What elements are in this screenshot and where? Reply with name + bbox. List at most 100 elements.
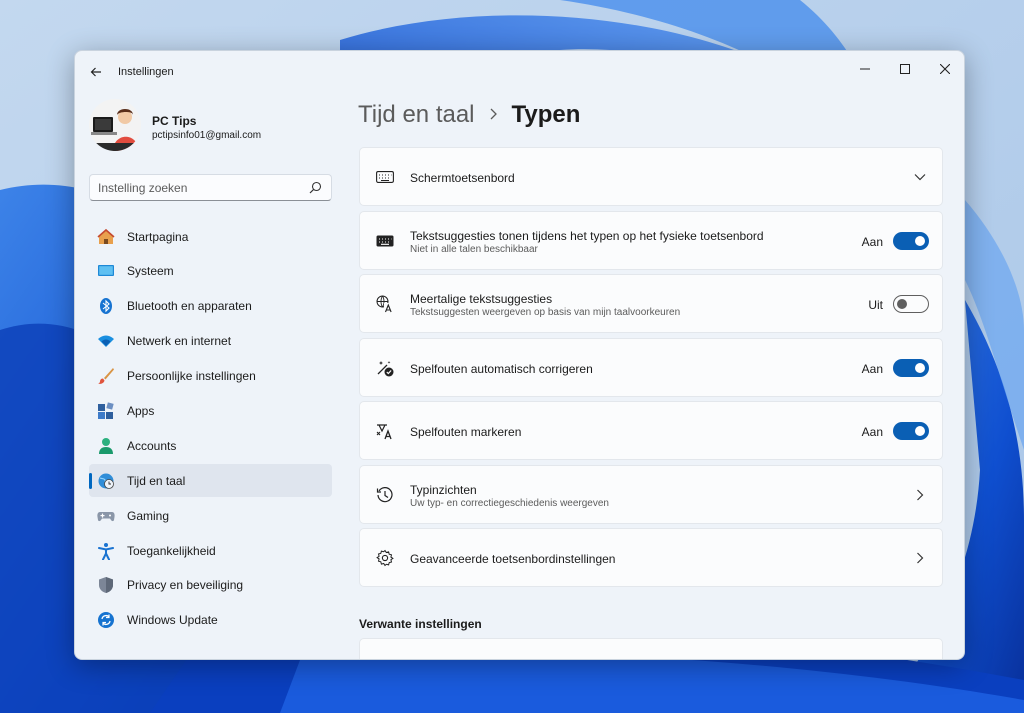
breadcrumb: Tijd en taal Typen (358, 101, 580, 129)
toggle-state-label: Uit (868, 298, 883, 312)
sidebar-item-label: Gaming (127, 508, 170, 523)
related-settings-card[interactable] (359, 638, 943, 659)
keyboard-icon (376, 168, 394, 186)
breadcrumb-parent[interactable]: Tijd en taal (358, 101, 475, 129)
sidebar-item-label: Accounts (127, 438, 177, 453)
related-settings-heading: Verwante instellingen (359, 617, 482, 631)
setting-title: Spelfouten markeren (410, 425, 522, 439)
sidebar-item-bluetooth[interactable]: Bluetooth en apparaten (89, 290, 332, 323)
settings-window: Instellingen PC Tips pctipsinfo01@gmail.… (74, 50, 965, 660)
chevron-right-icon[interactable] (912, 550, 928, 566)
close-icon (940, 64, 950, 74)
profile-email: pctipsinfo01@gmail.com (152, 130, 262, 141)
maximize-icon (900, 64, 910, 74)
history-icon (376, 486, 394, 504)
toggle-switch[interactable] (893, 358, 929, 377)
setting-spelfouten-markeren: Spelfouten markeren Aan (359, 401, 943, 460)
sidebar-item-label: Persoonlijke instellingen (127, 369, 256, 384)
setting-title: Tekstsuggesties tonen tijdens het typen … (410, 228, 764, 243)
search-input[interactable] (98, 181, 298, 195)
home-icon (96, 227, 116, 247)
setting-geavanceerd[interactable]: Geavanceerde toetsenbordinstellingen (359, 528, 943, 587)
sidebar-item-label: Netwerk en internet (127, 334, 232, 349)
settings-list: Schermtoetsenbord Tekstsuggesties tonen … (359, 147, 943, 592)
sidebar-item-label: Windows Update (127, 613, 218, 628)
setting-title: Spelfouten automatisch corrigeren (410, 361, 593, 376)
chevron-right-icon[interactable] (912, 487, 928, 503)
sidebar-item-accounts[interactable]: Accounts (89, 429, 332, 462)
avatar-illustration-icon (89, 99, 141, 151)
sidebar-nav: Startpagina Systeem Bluetooth en apparat… (89, 220, 332, 639)
selection-indicator (89, 473, 92, 490)
setting-title: Schermtoetsenbord (410, 171, 515, 185)
sidebar-item-persoonlijk[interactable]: Persoonlijke instellingen (89, 360, 332, 393)
minimize-icon (860, 68, 870, 70)
arrow-left-icon (90, 67, 101, 77)
sidebar-item-gaming[interactable]: Gaming (89, 499, 332, 532)
update-icon (96, 610, 116, 630)
search-icon[interactable] (309, 181, 322, 194)
person-icon (96, 436, 116, 456)
toggle-knob (915, 362, 925, 373)
setting-title: Typinzichten (410, 482, 477, 497)
sidebar-item-label: Privacy en beveiliging (127, 578, 244, 593)
toggle-switch[interactable] (893, 231, 929, 250)
setting-title: Geavanceerde toetsenbordinstellingen (410, 552, 616, 566)
sidebar-item-label: Bluetooth en apparaten (127, 299, 252, 314)
sidebar-item-windows-update[interactable]: Windows Update (89, 604, 332, 637)
chevron-right-icon (489, 105, 499, 126)
setting-meertalige-tekstsuggesties: Meertalige tekstsuggesties Tekstsuggeste… (359, 274, 943, 333)
sidebar-item-netwerk[interactable]: Netwerk en internet (89, 325, 332, 358)
toggle-state-label: Aan (861, 361, 883, 376)
toggle-knob (897, 299, 907, 309)
sidebar-item-label: Tijd en taal (127, 473, 186, 488)
toggle-switch[interactable] (893, 422, 929, 440)
apps-icon (96, 401, 116, 421)
translate-icon (376, 295, 394, 313)
keyboard-solid-icon (376, 232, 394, 250)
profile-name: PC Tips (152, 114, 197, 128)
close-button[interactable] (925, 55, 964, 83)
setting-typinzichten[interactable]: Typinzichten Uw typ- en correctiegeschie… (359, 464, 943, 524)
title-bar: Instellingen (75, 51, 964, 93)
spellcheck-icon (376, 422, 394, 440)
app-title: Instellingen (118, 66, 174, 78)
gamepad-icon (96, 506, 116, 526)
setting-tekstsuggesties: Tekstsuggesties tonen tijdens het typen … (359, 210, 943, 270)
gear-icon (376, 549, 394, 567)
avatar[interactable] (89, 99, 141, 151)
sidebar-item-startpagina[interactable]: Startpagina (89, 220, 332, 253)
setting-subtitle: Uw typ- en correctiegeschiedenis weergev… (410, 497, 609, 509)
wifi-icon (96, 331, 116, 351)
setting-title: Meertalige tekstsuggesties (410, 292, 553, 306)
sidebar-item-toegankelijkheid[interactable]: Toegankelijkheid (89, 534, 332, 567)
chevron-down-icon[interactable] (912, 169, 928, 185)
accessibility-icon (96, 541, 116, 561)
sidebar-item-label: Apps (127, 403, 155, 418)
toggle-knob (915, 426, 925, 436)
setting-subtitle: Tekstsuggesten weergeven op basis van mi… (410, 307, 681, 318)
back-button[interactable] (85, 62, 107, 82)
toggle-knob (915, 235, 925, 246)
toggle-switch[interactable] (893, 295, 929, 313)
bluetooth-icon (96, 296, 116, 316)
minimize-button[interactable] (845, 55, 885, 83)
sidebar-item-tijd-en-taal[interactable]: Tijd en taal (89, 464, 332, 498)
sidebar-item-label: Startpagina (127, 229, 189, 244)
setting-schermtoetsenbord[interactable]: Schermtoetsenbord (359, 147, 943, 206)
sidebar-item-systeem[interactable]: Systeem (89, 255, 332, 288)
setting-subtitle: Niet in alle talen beschikbaar (410, 243, 538, 255)
setting-spelfouten-corrigeren: Spelfouten automatisch corrigeren Aan (359, 337, 943, 397)
sidebar-item-label: Toegankelijkheid (127, 543, 216, 558)
toggle-state-label: Aan (861, 425, 883, 439)
monitor-icon (96, 261, 116, 281)
brush-icon (96, 366, 116, 386)
autocorrect-icon (376, 359, 394, 377)
search-box[interactable] (89, 174, 332, 201)
sidebar-item-label: Systeem (127, 264, 174, 279)
page-title: Typen (511, 101, 581, 128)
maximize-button[interactable] (885, 55, 925, 83)
sidebar-item-apps[interactable]: Apps (89, 394, 332, 427)
sidebar-item-privacy[interactable]: Privacy en beveiliging (89, 569, 332, 602)
globe-clock-icon (96, 471, 116, 491)
